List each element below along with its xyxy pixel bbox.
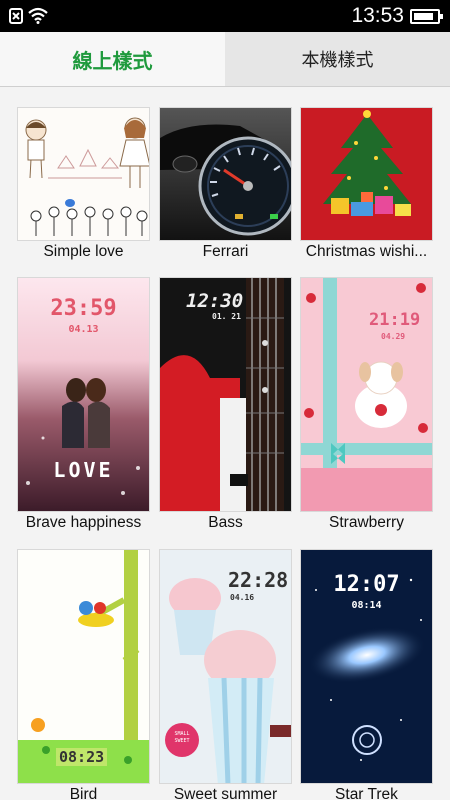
theme-thumbnail <box>17 107 150 241</box>
theme-thumbnail: 08:23 <box>17 549 150 784</box>
theme-name: Brave happiness <box>25 514 142 531</box>
theme-thumbnail: 22:28 04.16 SMALL SWEET <box>159 549 292 784</box>
love-text: LOVE <box>53 458 114 482</box>
theme-thumbnail: 12:07 08:14 <box>300 549 433 784</box>
theme-thumbnail <box>159 107 292 241</box>
tab-online-styles[interactable]: 線上樣式 <box>0 32 225 86</box>
lockscreen-clock: 12:07 <box>333 572 400 597</box>
theme-grid: Simple love Ferrari Christmas wishi... 2… <box>0 88 450 800</box>
wifi-icon <box>28 7 48 24</box>
small-sweet-badge: SMALL SWEET <box>174 731 190 744</box>
theme-card-simple-love[interactable]: Simple love <box>17 107 150 261</box>
lockscreen-date: 04.13 <box>68 324 99 335</box>
theme-name: Bird <box>69 786 98 800</box>
status-bar: 13:53 <box>0 0 450 32</box>
theme-name: Bass <box>208 514 243 531</box>
lockscreen-date: 01. 21 <box>212 312 241 321</box>
tab-local-styles[interactable]: 本機樣式 <box>225 32 450 86</box>
theme-card-sweet-summer[interactable]: 22:28 04.16 SMALL SWEET Sweet summer <box>159 549 292 800</box>
lockscreen-date: 04.16 <box>230 593 255 602</box>
theme-name: Ferrari <box>202 243 249 260</box>
theme-name: Sweet summer <box>173 786 278 800</box>
theme-name: Simple love <box>43 243 124 260</box>
battery-icon <box>410 9 443 24</box>
theme-thumbnail <box>300 107 433 241</box>
theme-card-bird[interactable]: 08:23 Bird <box>17 549 150 800</box>
theme-name: Christmas wishi... <box>305 243 428 260</box>
theme-thumbnail: 23:59 04.13 LOVE <box>17 277 150 512</box>
theme-card-star-trek[interactable]: 12:07 08:14 Star Trek <box>300 549 433 800</box>
theme-card-bass[interactable]: 12:30 01. 21 Bass <box>159 277 292 532</box>
lockscreen-date: 04.29 <box>381 332 406 341</box>
status-time: 13:53 <box>351 4 404 27</box>
lockscreen-clock: 23:59 <box>50 296 117 321</box>
lockscreen-clock: 12:30 <box>186 290 244 312</box>
close-x-icon <box>9 8 23 24</box>
lockscreen-clock: 21:19 <box>369 310 421 330</box>
theme-thumbnail: 21:19 04.29 <box>300 277 433 512</box>
theme-card-ferrari[interactable]: Ferrari <box>159 107 292 261</box>
theme-thumbnail: 12:30 01. 21 <box>159 277 292 512</box>
lockscreen-clock: 08:23 <box>56 748 108 766</box>
tab-bar: 線上樣式 本機樣式 <box>0 32 450 87</box>
lockscreen-date: 08:14 <box>351 600 382 611</box>
theme-name: Strawberry <box>329 514 404 531</box>
theme-card-strawberry[interactable]: 21:19 04.29 Strawberry <box>300 277 433 532</box>
lockscreen-clock: 22:28 <box>228 568 289 592</box>
theme-name: Star Trek <box>335 786 398 800</box>
theme-card-christmas[interactable]: Christmas wishi... <box>300 107 433 261</box>
theme-card-brave-happiness[interactable]: 23:59 04.13 LOVE Brave happiness <box>17 277 150 532</box>
